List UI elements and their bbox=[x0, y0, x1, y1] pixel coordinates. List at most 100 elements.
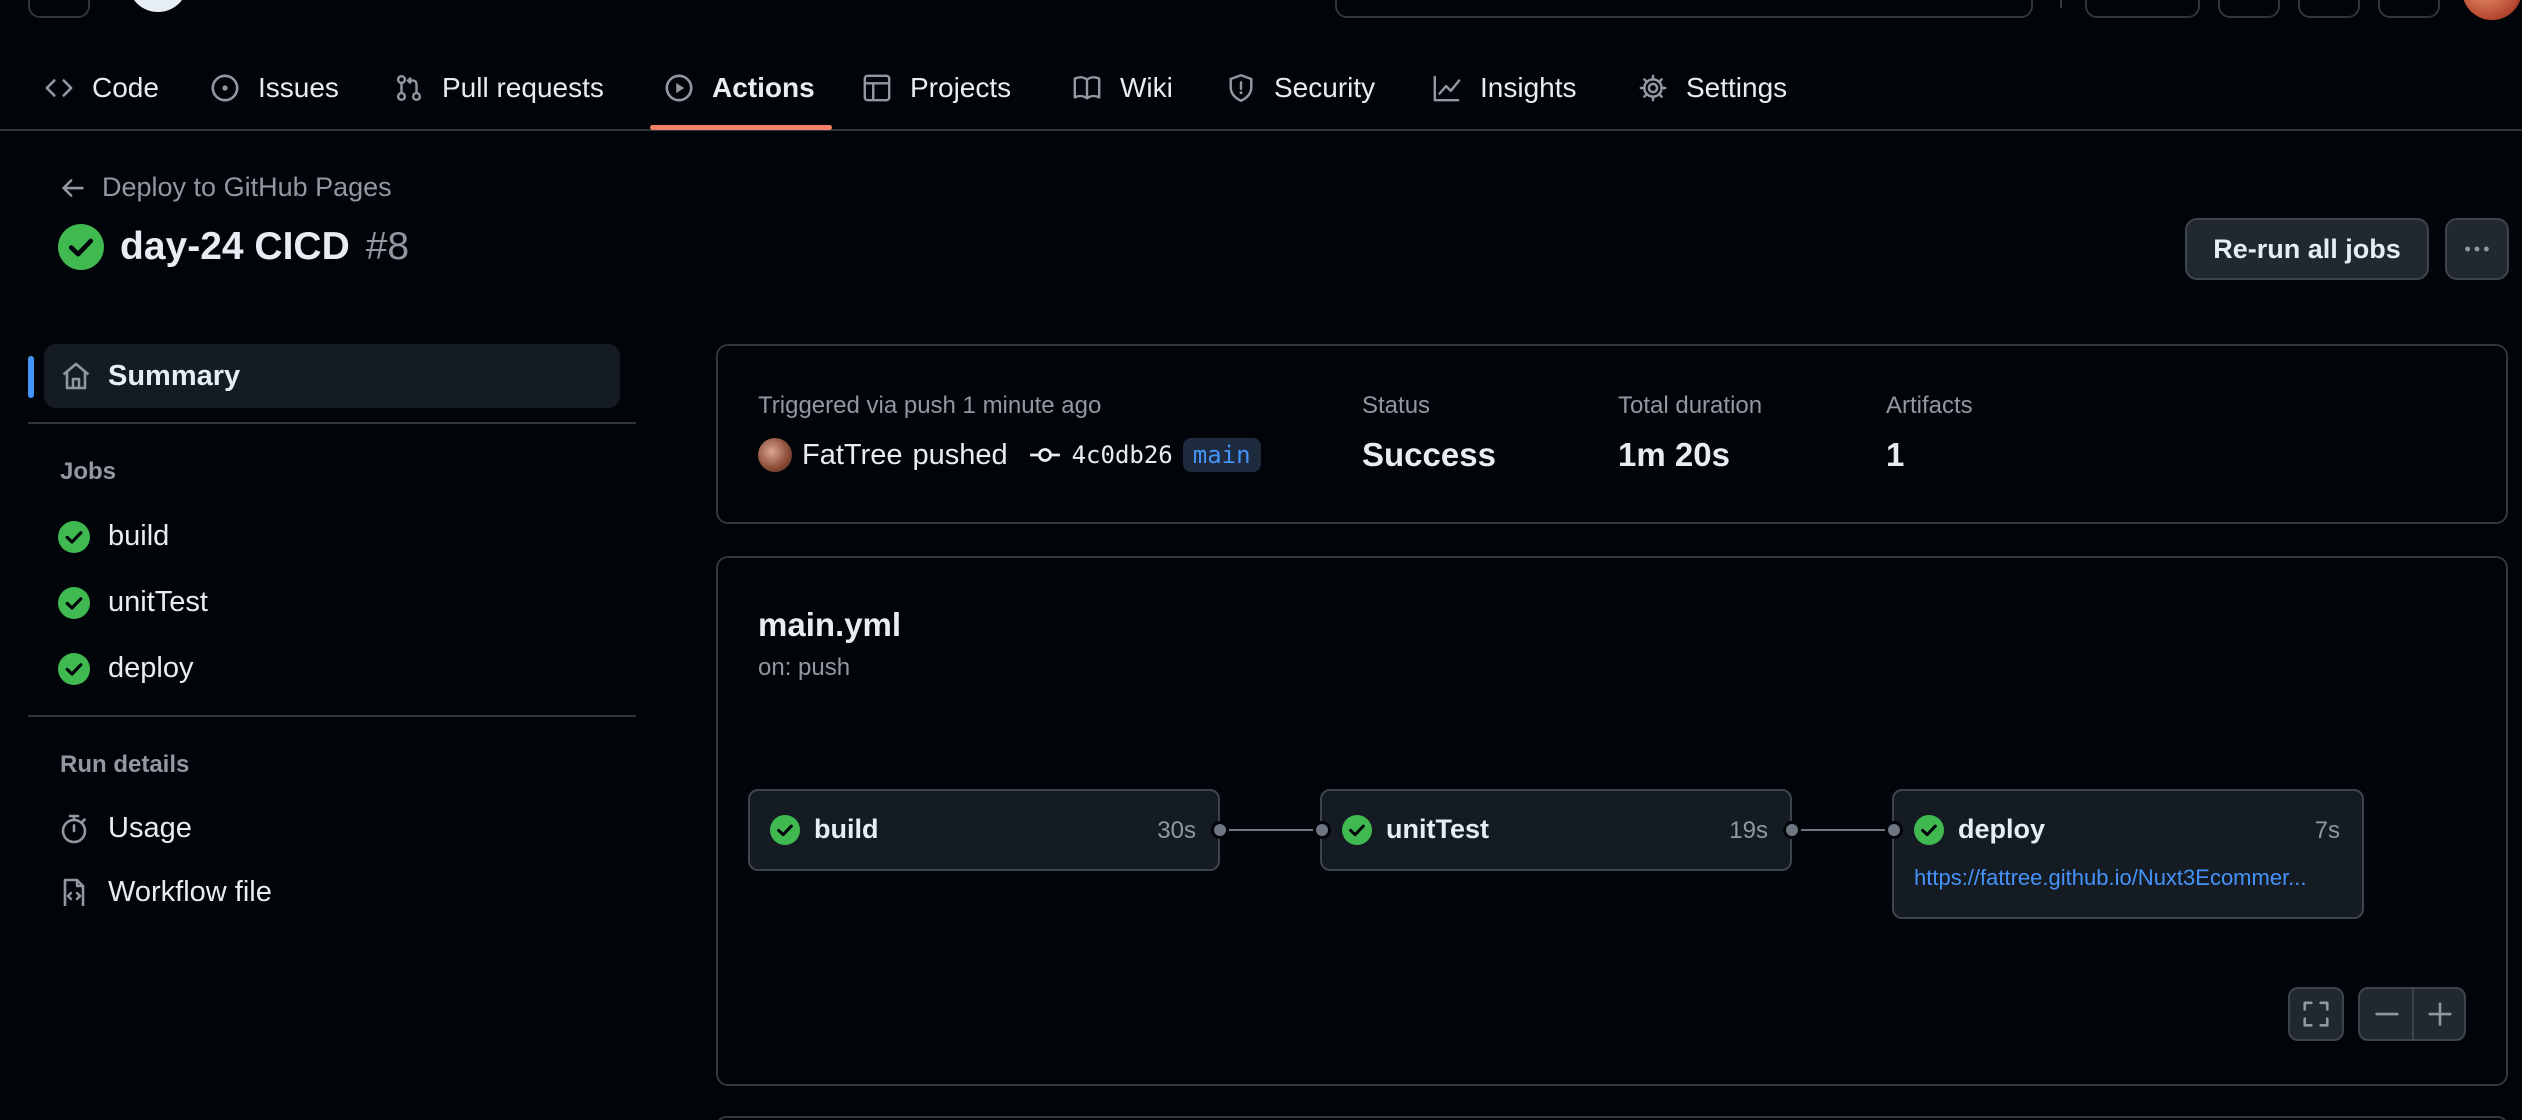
git-pull-request-icon bbox=[396, 74, 422, 102]
sidebar-item-label: Workflow file bbox=[108, 876, 272, 908]
run-summary-card: Triggered via push 1 minute ago FatTree … bbox=[716, 344, 2508, 524]
page-title: day-24 CICD #8 bbox=[58, 224, 409, 270]
graph-icon bbox=[1433, 75, 1461, 102]
issue-opened-icon bbox=[211, 74, 239, 102]
sidebar-job-deploy[interactable]: deploy bbox=[58, 652, 193, 685]
more-options-button[interactable] bbox=[2445, 218, 2509, 280]
sidebar-item-summary[interactable]: Summary bbox=[44, 344, 620, 408]
sidebar-job-unittest[interactable]: unitTest bbox=[58, 586, 208, 619]
dash-icon bbox=[2375, 1012, 2399, 1016]
header-divider bbox=[2060, 0, 2062, 8]
active-sidebar-indicator bbox=[28, 356, 34, 398]
job-name: unitTest bbox=[1386, 814, 1489, 844]
duration-label: Total duration bbox=[1618, 392, 1763, 419]
plus-icon bbox=[2428, 1002, 2452, 1026]
run-details-heading: Run details bbox=[60, 751, 190, 778]
deployment-url-link[interactable]: https://fattree.github.io/Nuxt3Ecommer..… bbox=[1914, 865, 2354, 891]
fullscreen-button[interactable] bbox=[2288, 987, 2344, 1041]
play-icon bbox=[665, 74, 693, 102]
tab-insights[interactable]: Insights bbox=[1432, 58, 1577, 118]
job-name: deploy bbox=[1958, 814, 2046, 844]
shield-icon bbox=[1229, 74, 1253, 102]
kebab-horizontal-icon bbox=[2465, 246, 2489, 252]
issues-button[interactable] bbox=[2298, 0, 2360, 18]
job-node-build[interactable]: build 30s bbox=[748, 789, 1220, 871]
rerun-all-jobs-button[interactable]: Re-run all jobs bbox=[2185, 218, 2429, 280]
git-commit-icon bbox=[1029, 448, 1060, 462]
trigger-details: FatTree pushed 4c0db26 main bbox=[758, 438, 1261, 472]
sidebar-item-label: Usage bbox=[108, 812, 192, 844]
zoom-controls bbox=[2358, 987, 2466, 1041]
tab-projects[interactable]: Projects bbox=[862, 58, 1011, 118]
home-icon bbox=[62, 362, 90, 390]
tab-issues[interactable]: Issues bbox=[210, 58, 339, 118]
job-node-deploy[interactable]: deploy 7s https://fattree.github.io/Nuxt… bbox=[1892, 789, 2364, 919]
tab-code[interactable]: Code bbox=[44, 58, 159, 118]
actor-name[interactable]: FatTree bbox=[802, 439, 902, 472]
check-circle-fill-icon bbox=[58, 224, 104, 270]
sidebar-item-label: unitTest bbox=[108, 586, 208, 618]
sidebar-item-label: Summary bbox=[108, 359, 241, 392]
artifacts-value[interactable]: 1 bbox=[1886, 436, 1904, 474]
check-circle-fill-icon bbox=[58, 520, 90, 553]
tab-label: Actions bbox=[712, 72, 815, 103]
status-value: Success bbox=[1362, 436, 1496, 473]
tab-label: Pull requests bbox=[442, 72, 604, 103]
tab-label: Insights bbox=[1480, 72, 1577, 103]
gear-icon bbox=[1639, 74, 1667, 102]
tab-pull-requests[interactable]: Pull requests bbox=[394, 58, 604, 118]
stopwatch-icon bbox=[61, 814, 87, 843]
tab-label: Wiki bbox=[1120, 72, 1173, 103]
job-port bbox=[1313, 821, 1331, 839]
arrow-left-icon bbox=[62, 178, 84, 197]
job-node-unittest[interactable]: unitTest 19s bbox=[1320, 789, 1792, 871]
check-circle-fill-icon bbox=[1342, 815, 1372, 845]
tab-actions[interactable]: Actions bbox=[664, 58, 815, 118]
status-label: Status bbox=[1362, 392, 1431, 419]
copilot-button[interactable] bbox=[2085, 0, 2200, 18]
zoom-in-button[interactable] bbox=[2414, 989, 2466, 1039]
tab-label: Security bbox=[1274, 72, 1376, 103]
workflow-file-name: main.yml bbox=[758, 606, 902, 643]
tab-settings[interactable]: Settings bbox=[1638, 58, 1787, 118]
workflow-graph-card: main.yml on: push build 30s unitTest 19s… bbox=[716, 556, 2508, 1086]
artifacts-label: Artifacts bbox=[1886, 392, 1973, 419]
duration-value: 1m 20s bbox=[1618, 436, 1730, 473]
tab-label: Projects bbox=[910, 72, 1012, 103]
job-duration: 7s bbox=[2314, 817, 2340, 844]
back-to-workflow-link[interactable]: Deploy to GitHub Pages bbox=[58, 172, 392, 203]
workflow-trigger: on: push bbox=[758, 654, 851, 681]
sidebar-item-workflow-file[interactable]: Workflow file bbox=[58, 876, 272, 909]
commit-sha-link[interactable]: 4c0db26 bbox=[1072, 441, 1173, 469]
user-avatar[interactable] bbox=[2462, 0, 2522, 20]
sidebar-job-build[interactable]: build bbox=[58, 520, 169, 553]
actor-action: pushed bbox=[912, 438, 1008, 471]
run-name: day-24 CICD bbox=[120, 225, 350, 268]
sidebar-item-usage[interactable]: Usage bbox=[58, 812, 192, 845]
check-circle-fill-icon bbox=[58, 586, 90, 619]
jobs-heading: Jobs bbox=[60, 458, 117, 485]
create-new-button[interactable] bbox=[2218, 0, 2280, 18]
back-link-label: Deploy to GitHub Pages bbox=[102, 172, 392, 202]
run-number: #8 bbox=[365, 225, 410, 268]
tab-label: Settings bbox=[1686, 72, 1788, 103]
check-circle-fill-icon bbox=[1914, 815, 1944, 845]
tab-wiki[interactable]: Wiki bbox=[1072, 58, 1173, 118]
tab-security[interactable]: Security bbox=[1226, 58, 1375, 118]
branch-label[interactable]: main bbox=[1182, 438, 1261, 472]
check-circle-fill-icon bbox=[58, 652, 90, 685]
sidebar-item-label: deploy bbox=[108, 652, 194, 684]
tab-label: Code bbox=[92, 72, 159, 103]
repo-nav: Code Issues Pull requests Actions Projec… bbox=[0, 46, 2522, 131]
search-input[interactable] bbox=[1335, 0, 2033, 18]
job-port bbox=[1783, 821, 1801, 839]
zoom-out-button[interactable] bbox=[2360, 989, 2414, 1039]
book-icon bbox=[1073, 76, 1101, 100]
screen-full-icon bbox=[2303, 1001, 2329, 1027]
actor-avatar[interactable] bbox=[758, 438, 792, 472]
code-icon bbox=[45, 79, 73, 97]
github-logo-icon[interactable] bbox=[126, 0, 190, 18]
job-name: build bbox=[814, 814, 879, 844]
menu-button[interactable] bbox=[28, 0, 90, 18]
inbox-button[interactable] bbox=[2378, 0, 2440, 18]
